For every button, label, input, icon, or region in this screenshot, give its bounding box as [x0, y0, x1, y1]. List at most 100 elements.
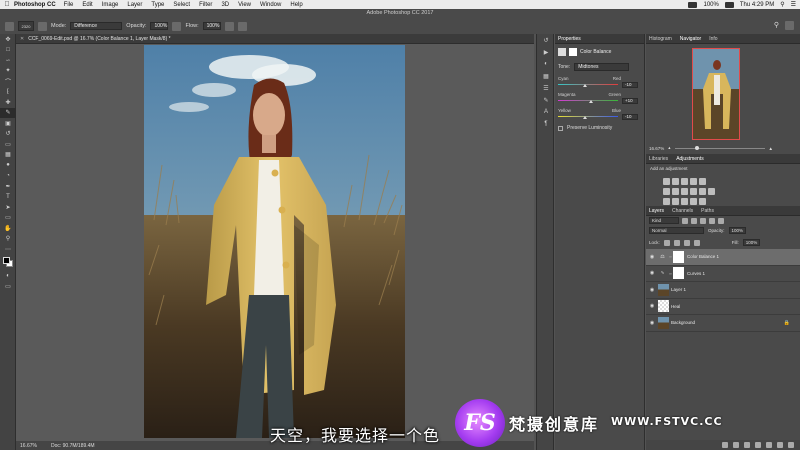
layer-filter-select[interactable]: Kind: [649, 217, 679, 224]
eraser-tool-icon[interactable]: ▭: [0, 139, 16, 150]
apple-icon[interactable]: : [0, 1, 14, 8]
visibility-eye-icon[interactable]: ◉: [646, 254, 658, 260]
gradient-map-icon[interactable]: [699, 198, 706, 205]
zoom-slider-knob[interactable]: [694, 145, 699, 150]
visibility-eye-icon[interactable]: ◉: [646, 303, 658, 309]
fill-field[interactable]: 100%: [742, 239, 761, 246]
color-swatches[interactable]: [0, 255, 16, 271]
levels-icon[interactable]: [672, 178, 679, 185]
invert-icon[interactable]: [663, 198, 670, 205]
shape-tool-icon[interactable]: ▭: [0, 213, 16, 224]
tab-layers[interactable]: Layers: [649, 208, 664, 214]
tab-channels[interactable]: Channels: [672, 208, 693, 214]
properties-panel-icon[interactable]: ☰: [537, 82, 555, 94]
healing-tool-icon[interactable]: ✚: [0, 97, 16, 108]
lock-pixels-icon[interactable]: [673, 239, 680, 246]
menu-3d[interactable]: 3D: [221, 2, 229, 8]
lock-all-icon[interactable]: [693, 239, 700, 246]
channel-mixer-icon[interactable]: [699, 188, 706, 195]
layer-mask-icon[interactable]: [569, 48, 577, 56]
search-icon[interactable]: ⚲: [774, 21, 779, 30]
slider-value-field[interactable]: +10: [622, 97, 638, 104]
tab-adjustments[interactable]: Adjustments: [676, 156, 704, 162]
slider-value-field[interactable]: -10: [622, 113, 638, 120]
black-white-icon[interactable]: [681, 188, 688, 195]
lock-icon[interactable]: 🔒: [784, 320, 790, 326]
move-tool-icon[interactable]: ✥: [0, 34, 16, 45]
filter-type-icon[interactable]: [700, 217, 706, 224]
brush-tool-preset-icon[interactable]: [5, 21, 14, 31]
marquee-tool-icon[interactable]: □: [0, 45, 16, 56]
threshold-icon[interactable]: [681, 198, 688, 205]
layer-thumbnail[interactable]: [658, 316, 669, 329]
more-tools-icon[interactable]: ⋯: [0, 244, 16, 255]
opacity-field[interactable]: 100%: [150, 22, 169, 30]
lock-position-icon[interactable]: [683, 239, 690, 246]
screen-mode-icon[interactable]: ▭: [0, 281, 16, 292]
canvas-area[interactable]: [16, 44, 534, 441]
slider-value-field[interactable]: -10: [622, 81, 638, 88]
zoom-in-icon[interactable]: ▲: [769, 146, 773, 151]
curves-icon[interactable]: [681, 178, 688, 185]
brightness-contrast-icon[interactable]: [663, 178, 670, 185]
brush-tool-icon[interactable]: ✎: [0, 107, 16, 118]
zoom-tool-icon[interactable]: ⚲: [0, 234, 16, 245]
clone-stamp-tool-icon[interactable]: ▣: [0, 118, 16, 129]
document-tab[interactable]: ✕ CCF_0069-Edit.psd @ 16.7% (Color Balan…: [16, 34, 534, 44]
notification-icon[interactable]: ☰: [791, 1, 796, 8]
layer-row-color-balance[interactable]: ◉ ⚖ ∞ Color Balance 1: [646, 249, 800, 266]
layer-mask-thumbnail[interactable]: [673, 267, 684, 280]
visibility-eye-icon[interactable]: ◉: [646, 320, 658, 326]
layer-row-curves[interactable]: ◉ ∿ ∞ Curves 1: [646, 266, 800, 282]
pen-tool-icon[interactable]: ✒: [0, 181, 16, 192]
workspace-icon[interactable]: [785, 21, 794, 30]
lock-transparent-icon[interactable]: [663, 239, 670, 246]
layer-row-background[interactable]: ◉ Background 🔒: [646, 315, 800, 332]
brush-panel-icon-strip[interactable]: ✎: [537, 94, 555, 106]
slider-track[interactable]: [558, 115, 618, 118]
menu-filter[interactable]: Filter: [199, 2, 212, 8]
history-panel-icon[interactable]: ↺: [537, 34, 555, 46]
navigator-preview[interactable]: [692, 48, 740, 140]
preserve-luminosity-checkbox[interactable]: [558, 125, 563, 131]
layer-name[interactable]: Background: [671, 320, 695, 325]
menu-view[interactable]: View: [238, 2, 251, 8]
swatches-panel-icon[interactable]: ▦: [537, 70, 555, 82]
foreground-color-swatch[interactable]: [3, 256, 10, 264]
tab-paths[interactable]: Paths: [701, 208, 714, 214]
status-zoom[interactable]: 16.67%: [20, 443, 37, 449]
hue-saturation-icon[interactable]: [663, 188, 670, 195]
menu-type[interactable]: Type: [151, 2, 164, 8]
exposure-icon[interactable]: [690, 178, 697, 185]
lasso-tool-icon[interactable]: ∽: [0, 55, 16, 66]
quick-select-tool-icon[interactable]: ✦: [0, 66, 16, 77]
layer-mask-thumbnail[interactable]: [673, 250, 684, 263]
path-selection-tool-icon[interactable]: ➤: [0, 202, 16, 213]
tab-info[interactable]: Info: [709, 36, 717, 42]
filter-shape-icon[interactable]: [709, 217, 715, 224]
menu-help[interactable]: Help: [290, 2, 302, 8]
filter-smart-icon[interactable]: [718, 217, 724, 224]
menu-image[interactable]: Image: [102, 2, 119, 8]
tone-select[interactable]: Midtones: [574, 63, 630, 71]
slider-track[interactable]: [558, 83, 618, 86]
layer-row-layer-1[interactable]: ◉ Layer 1: [646, 282, 800, 299]
mode-select[interactable]: Difference: [70, 22, 123, 30]
photo-filter-icon[interactable]: [690, 188, 697, 195]
blend-mode-select[interactable]: Normal: [649, 227, 704, 234]
gradient-tool-icon[interactable]: ▦: [0, 150, 16, 161]
menubar-clock[interactable]: Thu 4:29 PM: [740, 2, 774, 8]
navigator-zoom-slider[interactable]: [674, 145, 765, 150]
layer-thumbnail[interactable]: [658, 283, 669, 296]
spotlight-icon[interactable]: ⚲: [780, 1, 784, 8]
blur-tool-icon[interactable]: ●: [0, 160, 16, 171]
filter-adjustment-icon[interactable]: [691, 217, 697, 224]
color-balance-icon[interactable]: [672, 188, 679, 195]
visibility-eye-icon[interactable]: ◉: [646, 287, 658, 293]
color-panel-icon[interactable]: ◐: [537, 58, 555, 70]
brush-panel-icon[interactable]: [38, 21, 47, 31]
layer-name[interactable]: Color Balance 1: [687, 254, 719, 259]
posterize-icon[interactable]: [672, 198, 679, 205]
layer-row-heal[interactable]: ◉ Heal: [646, 299, 800, 315]
brush-size-picker[interactable]: 2320: [18, 21, 34, 31]
